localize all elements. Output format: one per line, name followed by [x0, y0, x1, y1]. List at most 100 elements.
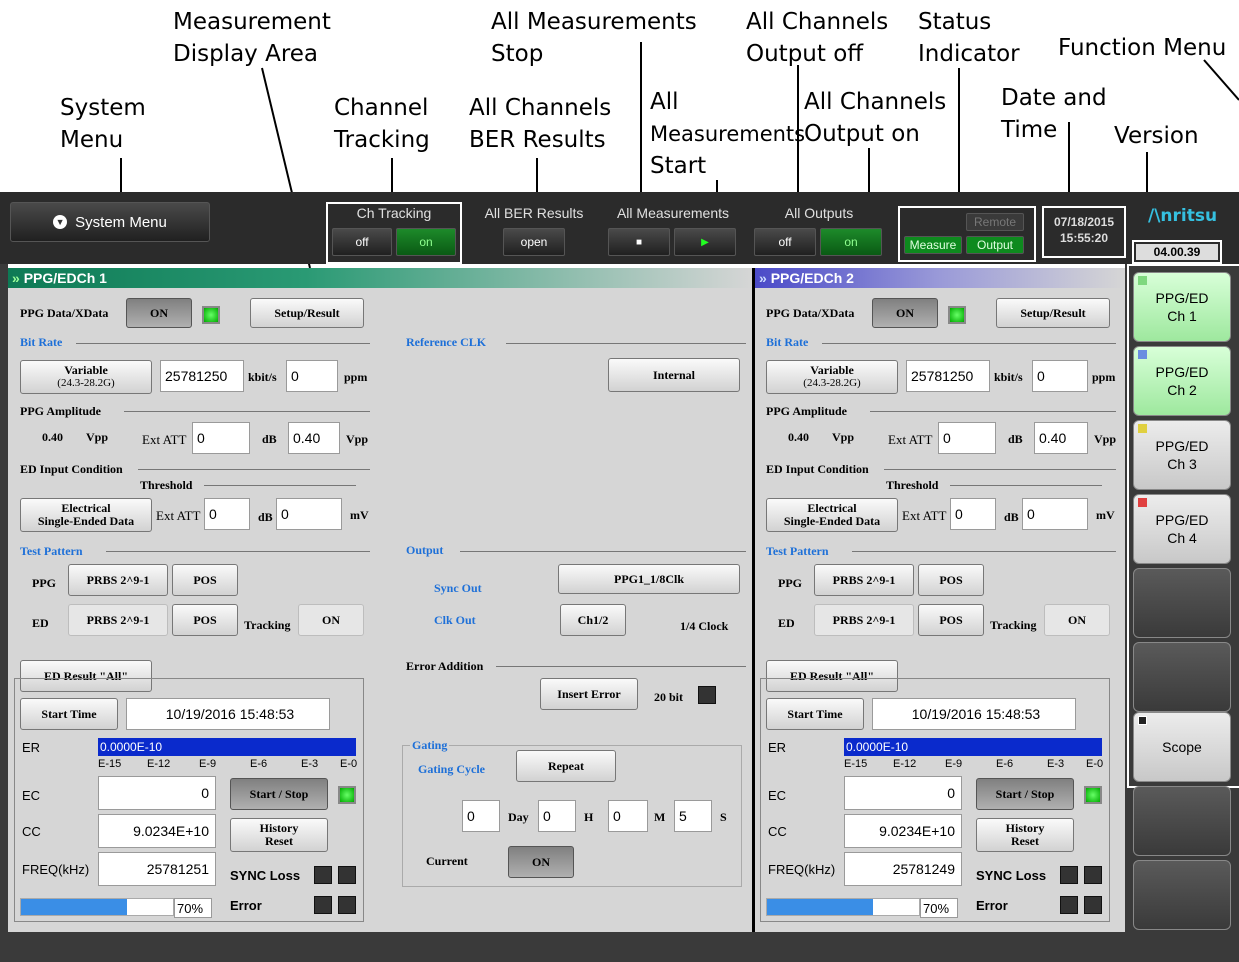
- ed-ext-att-label: Ext ATT: [156, 508, 201, 523]
- ed-ext-att-input[interactable]: 0: [204, 498, 250, 530]
- tracking-on-button[interactable]: ON: [1044, 604, 1110, 636]
- start-time-button[interactable]: Start Time: [766, 698, 864, 730]
- all-measurements-stop-button[interactable]: ■: [608, 228, 670, 256]
- tracking-on-button[interactable]: ON: [298, 604, 364, 636]
- date-text: 07/18/2015: [1053, 215, 1115, 229]
- function-menu-ppg-ed-ch2[interactable]: PPG/ED Ch 2: [1133, 346, 1231, 416]
- ppg-amplitude-heading: PPG Amplitude: [766, 404, 848, 418]
- gating-cycle-repeat-button[interactable]: Repeat: [516, 750, 616, 782]
- ed-pos-button[interactable]: POS: [918, 604, 984, 636]
- ppg-pattern-button[interactable]: PRBS 2^9-1: [68, 564, 168, 596]
- ed-label: ED: [32, 616, 49, 630]
- ppg-pos-button[interactable]: POS: [172, 564, 238, 596]
- ed-input-condition-heading: ED Input Condition: [20, 462, 123, 476]
- all-outputs-off-button[interactable]: off: [754, 228, 816, 256]
- divider: [124, 411, 370, 412]
- all-outputs-on-button[interactable]: on: [820, 228, 882, 256]
- setup-result-button[interactable]: Setup/Result: [996, 298, 1110, 328]
- date-time: 07/18/2015 15:55:20: [1044, 214, 1124, 246]
- start-time-button[interactable]: Start Time: [20, 698, 118, 730]
- system-menu-button[interactable]: ▼ System Menu: [10, 202, 210, 242]
- stop-icon: ■: [635, 236, 643, 248]
- amplitude-input[interactable]: 0.40: [1034, 422, 1088, 454]
- history-reset-button[interactable]: History Reset: [230, 818, 328, 852]
- ch2-title: PPG/EDCh 2: [770, 270, 854, 286]
- tracking-label: Tracking: [244, 618, 291, 632]
- bit-rate-input[interactable]: 25781250: [160, 360, 244, 392]
- current-on-button[interactable]: ON: [508, 846, 574, 878]
- freq-value: 25781251: [98, 852, 216, 886]
- error-led: [1084, 896, 1102, 914]
- ext-att-label: Ext ATT: [888, 432, 933, 447]
- sync-out-button[interactable]: PPG1_1/8Clk: [558, 564, 740, 594]
- kbits-unit: kbit/s: [248, 370, 277, 384]
- gating-hour-input[interactable]: 0: [538, 800, 576, 832]
- function-menu-ppg-ed-ch4[interactable]: PPG/ED Ch 4: [1133, 494, 1231, 564]
- bit-rate-input[interactable]: 25781250: [906, 360, 990, 392]
- ec-label: EC: [768, 788, 787, 803]
- ppm-input[interactable]: 0: [286, 360, 338, 392]
- function-menu-scope[interactable]: Scope: [1133, 712, 1231, 782]
- gating-minute-input[interactable]: 0: [608, 800, 648, 832]
- function-menu-ppg-ed-ch1[interactable]: PPG/ED Ch 1: [1133, 272, 1231, 342]
- gating-day-input[interactable]: 0: [462, 800, 500, 832]
- progress-bar: [20, 898, 174, 916]
- threshold-input[interactable]: 0: [1022, 498, 1088, 530]
- ch-tracking-off-button[interactable]: off: [332, 228, 392, 256]
- channel-icon: »: [12, 270, 20, 286]
- db-unit: dB: [262, 432, 277, 446]
- ed-ext-att-label: Ext ATT: [902, 508, 947, 523]
- start-stop-button[interactable]: Start / Stop: [230, 778, 328, 810]
- ed-ext-att-input[interactable]: 0: [950, 498, 996, 530]
- progress-bar: [766, 898, 920, 916]
- function-menu-ppg-ed-ch3[interactable]: PPG/ED Ch 3: [1133, 420, 1231, 490]
- divider: [106, 551, 370, 552]
- reference-clk-internal-button[interactable]: Internal: [608, 358, 740, 392]
- electrical-single-ended-button[interactable]: Electrical Single-Ended Data: [766, 498, 898, 532]
- gating-second-input[interactable]: 5: [674, 800, 712, 832]
- electrical-single-ended-button[interactable]: Electrical Single-Ended Data: [20, 498, 152, 532]
- setup-result-button[interactable]: Setup/Result: [250, 298, 364, 328]
- ch1-tag-icon: [1138, 276, 1147, 285]
- ext-att-label: Ext ATT: [142, 432, 187, 447]
- ppg-pattern-button[interactable]: PRBS 2^9-1: [814, 564, 914, 596]
- amplitude-input[interactable]: 0.40: [288, 422, 340, 454]
- ed-pattern-button[interactable]: PRBS 2^9-1: [68, 604, 168, 636]
- freq-value: 25781249: [844, 852, 962, 886]
- ext-att-input[interactable]: 0: [192, 422, 250, 454]
- ppg-data-on-button[interactable]: ON: [126, 298, 192, 328]
- ppm-unit: ppm: [344, 370, 368, 384]
- start-stop-button[interactable]: Start / Stop: [976, 778, 1074, 810]
- ppg-data-on-button[interactable]: ON: [872, 298, 938, 328]
- reference-clk-heading: Reference CLK: [406, 335, 487, 349]
- insert-error-button[interactable]: Insert Error: [540, 678, 638, 710]
- amplitude-value: 0.40: [42, 430, 63, 444]
- version-text: 04.00.39: [1136, 244, 1218, 260]
- ext-att-input[interactable]: 0: [938, 422, 996, 454]
- bit-rate-variable-button[interactable]: Variable (24.3-28.2G): [766, 360, 898, 394]
- amplitude-value: 0.40: [788, 430, 809, 444]
- ec-value: 0: [844, 776, 962, 810]
- ch-tracking-on-button[interactable]: on: [396, 228, 456, 256]
- minute-unit: M: [654, 810, 666, 824]
- er-label: ER: [22, 740, 41, 755]
- kbits-unit: kbit/s: [994, 370, 1023, 384]
- all-measurements-start-button[interactable]: ▶: [674, 228, 736, 256]
- ed-input-condition-heading: ED Input Condition: [766, 462, 869, 476]
- ed-pattern-button[interactable]: PRBS 2^9-1: [814, 604, 914, 636]
- bit-rate-variable-button[interactable]: Variable (24.3-28.2G): [20, 360, 152, 394]
- mv-unit: mV: [1096, 508, 1115, 522]
- threshold-input[interactable]: 0: [276, 498, 342, 530]
- ppg-pos-button[interactable]: POS: [918, 564, 984, 596]
- ed-pos-button[interactable]: POS: [172, 604, 238, 636]
- channel-icon: »: [759, 270, 767, 286]
- ppm-input[interactable]: 0: [1032, 360, 1088, 392]
- ppm-unit: ppm: [1092, 370, 1116, 384]
- sync-loss-led: [1084, 866, 1102, 884]
- history-reset-button[interactable]: History Reset: [976, 818, 1074, 852]
- play-icon: ▶: [701, 236, 709, 248]
- all-ber-results-open-button[interactable]: open: [503, 228, 565, 256]
- function-menu-empty-slot: [1133, 642, 1231, 712]
- sync-loss-led: [314, 866, 332, 884]
- clk-out-button[interactable]: Ch1/2: [560, 604, 626, 636]
